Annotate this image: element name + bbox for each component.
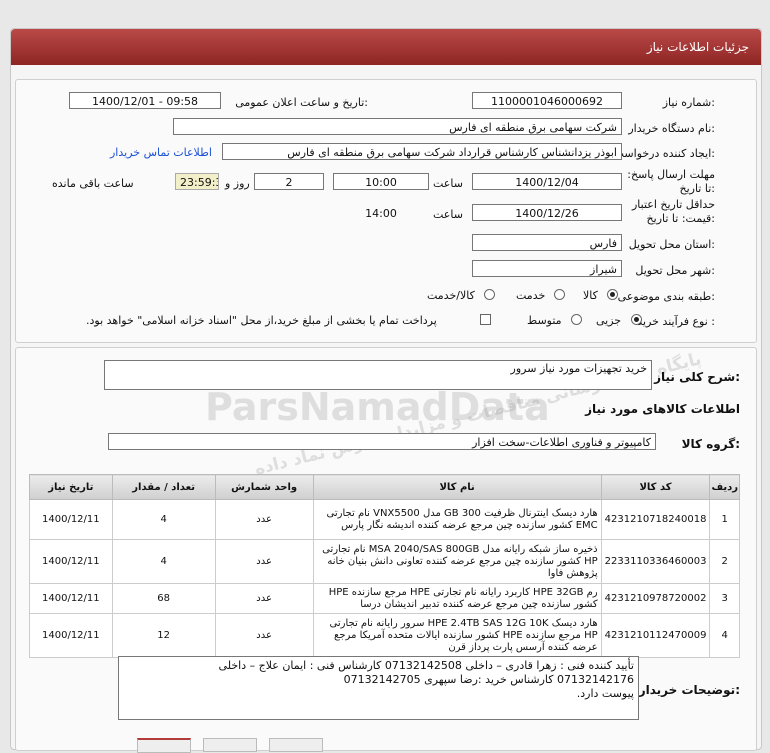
cell-qty: 68 [111,583,216,614]
bottom-button-1[interactable] [137,738,191,753]
category-label: طبقه بندی موضوعی: [617,290,715,303]
table-row: 3 4231210978720002 رم HPE 32GB کاربرد را… [29,583,740,614]
reply-deadline-label: مهلت ارسال پاسخ: تا تاریخ: [627,168,715,195]
process-medium-label: متوسط [527,314,562,327]
reply-time-field: 10:00 [333,173,429,190]
announce-label: تاریخ و ساعت اعلان عمومی: [235,96,368,109]
buyer-notes-line2: 07132142176 کارشناس خرید :رضا سپهری 0713… [343,673,634,686]
cell-name: هارد دیسک HPE 2.4TB SAS 12G 10K سرور رای… [312,613,602,658]
bottom-button-3[interactable] [269,738,323,752]
category-goods-radio[interactable] [607,289,618,300]
creator-field: ابوذر یزدانشناس کارشناس قرارداد شرکت سها… [222,143,622,160]
cell-unit: عدد [214,499,314,540]
table-row: 2 2233110336460003 ذخیره ساز شبکه رایانه… [29,539,740,584]
days-field: 2 [254,173,324,190]
treasury-payment-checkbox[interactable] [480,314,491,325]
buyer-notes-field: تأیید کننده فنی : زهرا قادری – داخلی 071… [118,656,639,720]
remaining-time-field: 23:59:31 [175,173,219,190]
cell-code: 2233110336460003 [600,539,711,584]
buyer-org-label: نام دستگاه خریدار: [628,122,715,135]
table-row: 4 4231210112470009 هارد دیسک HPE 2.4TB S… [29,613,740,658]
cell-row: 3 [709,583,740,614]
goods-group-field: کامپیوتر و فناوری اطلاعات-سخت افزار [108,433,656,450]
general-desc-field: خرید تجهیزات مورد نیاز سرور [104,360,652,390]
cell-unit: عدد [214,539,314,584]
category-both-label: کالا/خدمت [427,289,475,302]
cell-date: 1400/12/11 [29,539,113,584]
goods-info-title: اطلاعات کالاهای مورد نیاز [585,402,740,416]
cell-row: 4 [709,613,740,658]
col-date-header: تاریخ نیاز [29,474,113,500]
reply-date-field: 1400/12/04 [472,173,622,190]
category-service-radio[interactable] [554,289,565,300]
cell-date: 1400/12/11 [29,613,113,658]
col-unit-header: واحد شمارش [214,474,314,500]
general-desc-label: شرح کلی نیاز: [654,370,740,384]
buyer-notes-line1: تأیید کننده فنی : زهرا قادری – داخلی 071… [218,659,634,672]
payment-note: پرداخت تمام یا بخشی از مبلغ خرید،از محل … [86,314,437,327]
cell-date: 1400/12/11 [29,583,113,614]
header-bar: جزئیات اطلاعات نیاز [11,29,761,65]
announce-field: 1400/12/01 - 09:58 [69,92,221,109]
process-minor-radio[interactable] [631,314,642,325]
cell-date: 1400/12/11 [29,499,113,540]
remaining-label: ساعت باقی مانده [52,177,134,190]
col-row-header: ردیف [709,474,740,500]
goods-group-label: گروه کالا: [681,437,740,451]
need-number-field: 1100001046000692 [472,92,622,109]
validity-date-field: 1400/12/26 [472,204,622,221]
process-label: نوع فرآیند خرید : [637,315,715,328]
table-row: 1 4231210718240018 هارد دیسک اینترنال ظر… [29,499,740,540]
buyer-org-field: شرکت سهامی برق منطقه ای فارس [173,118,622,135]
category-both-radio[interactable] [484,289,495,300]
city-field: شیراز [472,260,622,277]
cell-name: رم HPE 32GB کاربرد رایانه نام تجارتی HPE… [312,583,602,614]
buyer-contact-link[interactable]: اطلاعات تماس خریدار [110,146,212,159]
cell-qty: 4 [111,539,216,584]
category-goods-label: کالا [583,289,598,302]
col-qty-header: تعداد / مقدار [111,474,216,500]
days-label: روز و [225,177,250,190]
city-label: شهر محل تحویل: [635,264,715,277]
need-number-label: شماره نیاز: [662,96,715,109]
col-code-header: کد کالا [600,474,711,500]
cell-name: ذخیره ساز شبکه رایانه مدل MSA 2040/SAS 8… [312,539,602,584]
buyer-notes-line3: پیوست دارد. [576,687,634,700]
cell-code: 4231210112470009 [600,613,711,658]
col-name-header: نام کالا [312,474,602,500]
cell-row: 2 [709,539,740,584]
cell-code: 4231210718240018 [600,499,711,540]
buyer-notes-label: توضیحات خریدار: [638,683,740,697]
process-medium-radio[interactable] [571,314,582,325]
cell-unit: عدد [214,583,314,614]
creator-label: ایجاد کننده درخواست: [613,147,715,160]
cell-unit: عدد [214,613,314,658]
cell-qty: 4 [111,499,216,540]
page-title: جزئیات اطلاعات نیاز [646,40,749,54]
province-field: فارس [472,234,622,251]
validity-time-field: 14:00 [365,207,397,220]
table-header-row: ردیف کد کالا نام کالا واحد شمارش تعداد /… [29,474,740,500]
cell-row: 1 [709,499,740,540]
process-minor-label: جزیی [596,314,622,327]
province-label: استان محل تحویل: [628,238,715,251]
bottom-button-2[interactable] [203,738,257,752]
cell-qty: 12 [111,613,216,658]
cell-code: 4231210978720002 [600,583,711,614]
reply-time-label: ساعت [433,177,463,190]
category-service-label: خدمت [516,289,546,302]
cell-name: هارد دیسک اینترنال ظرفیت 300 GB مدل VNX5… [312,499,602,540]
validity-time-label: ساعت [433,208,463,221]
goods-table: ردیف کد کالا نام کالا واحد شمارش تعداد /… [29,474,740,658]
